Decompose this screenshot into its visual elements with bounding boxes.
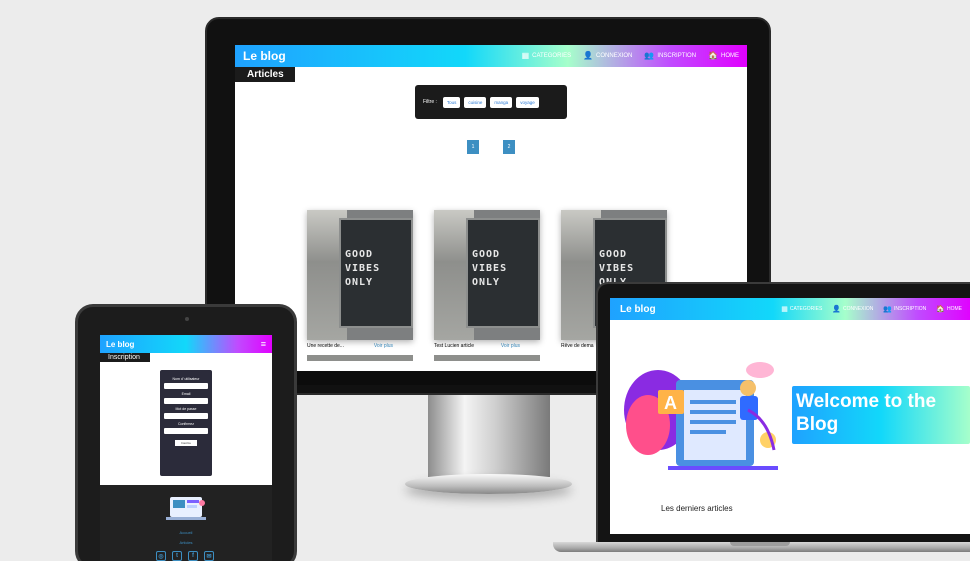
confirm-password-field[interactable] [164, 428, 208, 434]
laptop-nav-categories[interactable]: ▦ CATEGORIES [781, 305, 822, 313]
board-line: ONLY [472, 277, 501, 288]
camera-icon [185, 317, 189, 321]
pagination-page-1[interactable]: 1 [467, 140, 479, 154]
next-row-card [434, 355, 540, 361]
page-title: Articles [235, 67, 295, 82]
tablet-navbar: Le blog ≡ [100, 335, 272, 353]
email-field[interactable] [164, 398, 208, 404]
user-plus-icon: 👥 [883, 306, 893, 313]
twitter-icon[interactable]: t [172, 551, 182, 561]
nav-label: CATEGORIES [532, 53, 572, 59]
password-field[interactable] [164, 413, 208, 419]
welcome-banner: Welcome to the Blog [792, 386, 970, 444]
tablet-device: Le blog ≡ Inscription Nom d' utilisateur… [75, 304, 297, 561]
laptop-navbar: Le blog ▦ CATEGORIES 👤 CONNEXION 👥 INSCRIPT… [610, 298, 970, 320]
laptop-nav-inscription[interactable]: 👥 INSCRIPTION [883, 305, 926, 313]
desktop-nav-inscription[interactable]: 👥 INSCRIPTION [644, 52, 696, 60]
signup-form: Nom d' utilisateur Email Mot de passe Co… [160, 370, 212, 476]
instagram-icon[interactable]: ◎ [156, 551, 166, 561]
board-line: GOOD [599, 249, 628, 260]
filter-chip-voyage[interactable]: voyage [516, 96, 539, 108]
grid-icon: ▦ [781, 306, 788, 313]
laptop-nav-home[interactable]: 🏠 HOME [936, 305, 962, 313]
desktop-nav-connexion[interactable]: 👤 CONNEXION [583, 52, 632, 60]
page-title: Inscription [100, 353, 150, 362]
grid-icon: ▦ [521, 51, 530, 60]
read-more-link[interactable]: Voir plus [374, 343, 393, 349]
nav-label: INSCRIPTION [894, 306, 927, 312]
filter-chip-tous[interactable]: Tous [442, 96, 461, 108]
desktop-nav-home[interactable]: 🏠 HOME [708, 52, 739, 60]
letter-board-text: GOOD VIBES ONLY [472, 248, 507, 290]
home-icon: 🏠 [708, 51, 718, 60]
facebook-icon[interactable]: f [188, 551, 198, 561]
article-image: GOOD VIBES ONLY [307, 210, 413, 340]
next-row-card [307, 355, 413, 361]
nav-label: INSCRIPTION [657, 53, 697, 59]
article-title: Une recette de... [307, 343, 344, 349]
article-card[interactable]: GOOD VIBES ONLY Test Lucien article Voir… [434, 210, 540, 361]
board-line: VIBES [599, 263, 635, 274]
desktop-nav-categories[interactable]: ▦ CATEGORIES [522, 52, 571, 60]
laptop-device: Le blog ▦ CATEGORIES 👤 CONNEXION 👥 INSCRIPT… [596, 282, 970, 546]
username-label: Nom d' utilisateur [172, 377, 200, 381]
tablet-screen: Le blog ≡ Inscription Nom d' utilisateur… [100, 335, 272, 561]
footer-link-accueil[interactable]: Accueil [100, 530, 272, 535]
password-label: Mot de passe [175, 407, 197, 411]
filter-bar: Filtre : Tous cuisine manga voyage [415, 85, 567, 119]
tablet-brand[interactable]: Le blog [106, 340, 134, 349]
laptop-notch [730, 542, 790, 546]
svg-text:A: A [664, 393, 677, 413]
board-line: GOOD [472, 249, 501, 260]
nav-label: CONNEXION [596, 53, 633, 59]
footer-illustration [166, 497, 206, 520]
signup-button[interactable]: Inscrire [175, 440, 197, 446]
nav-label: CONNEXION [843, 306, 874, 312]
letter-board-text: GOOD VIBES ONLY [345, 248, 380, 290]
user-plus-icon: 👥 [644, 51, 655, 60]
laptop-brand[interactable]: Le blog [620, 304, 656, 315]
welcome-heading: Welcome to the Blog [796, 391, 937, 435]
board-line: GOOD [345, 249, 374, 260]
mail-icon[interactable]: ✉ [204, 551, 214, 561]
board-line: VIBES [345, 263, 381, 274]
footer-link-articles[interactable]: Articles [100, 540, 272, 545]
confirm-label: Confirmez [178, 422, 194, 426]
user-icon: 👤 [832, 306, 842, 313]
nav-label: HOME [721, 53, 739, 59]
desktop-navbar: Le blog ▦ CATEGORIES 👤 CONNEXION 👥 INSCRIPT… [235, 45, 747, 67]
nav-label: HOME [947, 306, 962, 312]
hamburger-menu-icon[interactable]: ≡ [261, 339, 266, 349]
filter-chip-cuisine[interactable]: cuisine [464, 96, 487, 108]
laptop-screen: Le blog ▦ CATEGORIES 👤 CONNEXION 👥 INSCRIPT… [610, 298, 970, 534]
read-more-link[interactable]: Voir plus [501, 343, 520, 349]
article-image: GOOD VIBES ONLY [434, 210, 540, 340]
article-title: Rêve de dema [561, 343, 594, 349]
article-caption: Test Lucien article Voir plus [434, 343, 540, 349]
pagination-page-2[interactable]: 2 [503, 140, 515, 154]
laptop-nav-links: ▦ CATEGORIES 👤 CONNEXION 👥 INSCRIPTION 🏠 HOM… [781, 305, 962, 313]
user-icon: 👤 [583, 51, 594, 60]
article-title: Test Lucien article [434, 343, 475, 349]
email-label: Email [181, 392, 191, 396]
article-card[interactable]: GOOD VIBES ONLY Une recette de... Voir p… [307, 210, 413, 361]
monitor-base [405, 474, 572, 494]
monitor-stand [428, 395, 550, 477]
device-mockup-scene: Le blog ▦ CATEGORIES 👤 CONNEXION 👥 INSCRIPT… [0, 0, 970, 561]
filter-chip-manga[interactable]: manga [490, 96, 513, 108]
laptop-nav-connexion[interactable]: 👤 CONNEXION [832, 305, 873, 313]
article-caption: Une recette de... Voir plus [307, 343, 413, 349]
hero-illustration: A [624, 362, 778, 470]
board-line: VIBES [472, 263, 508, 274]
desktop-brand[interactable]: Le blog [243, 49, 286, 63]
username-field[interactable] [164, 383, 208, 389]
desktop-nav-links: ▦ CATEGORIES 👤 CONNEXION 👥 INSCRIPTION 🏠 HOM… [522, 52, 739, 60]
home-icon: 🏠 [936, 306, 945, 313]
filter-label: Filtre : [423, 99, 437, 105]
board-line: ONLY [345, 277, 374, 288]
nav-label: CATEGORIES [789, 306, 823, 312]
social-links: ◎ t f ✉ [156, 551, 214, 561]
latest-articles-heading: Les derniers articles [661, 504, 733, 513]
tablet-footer: Accueil Articles ◎ t f ✉ [100, 485, 272, 561]
